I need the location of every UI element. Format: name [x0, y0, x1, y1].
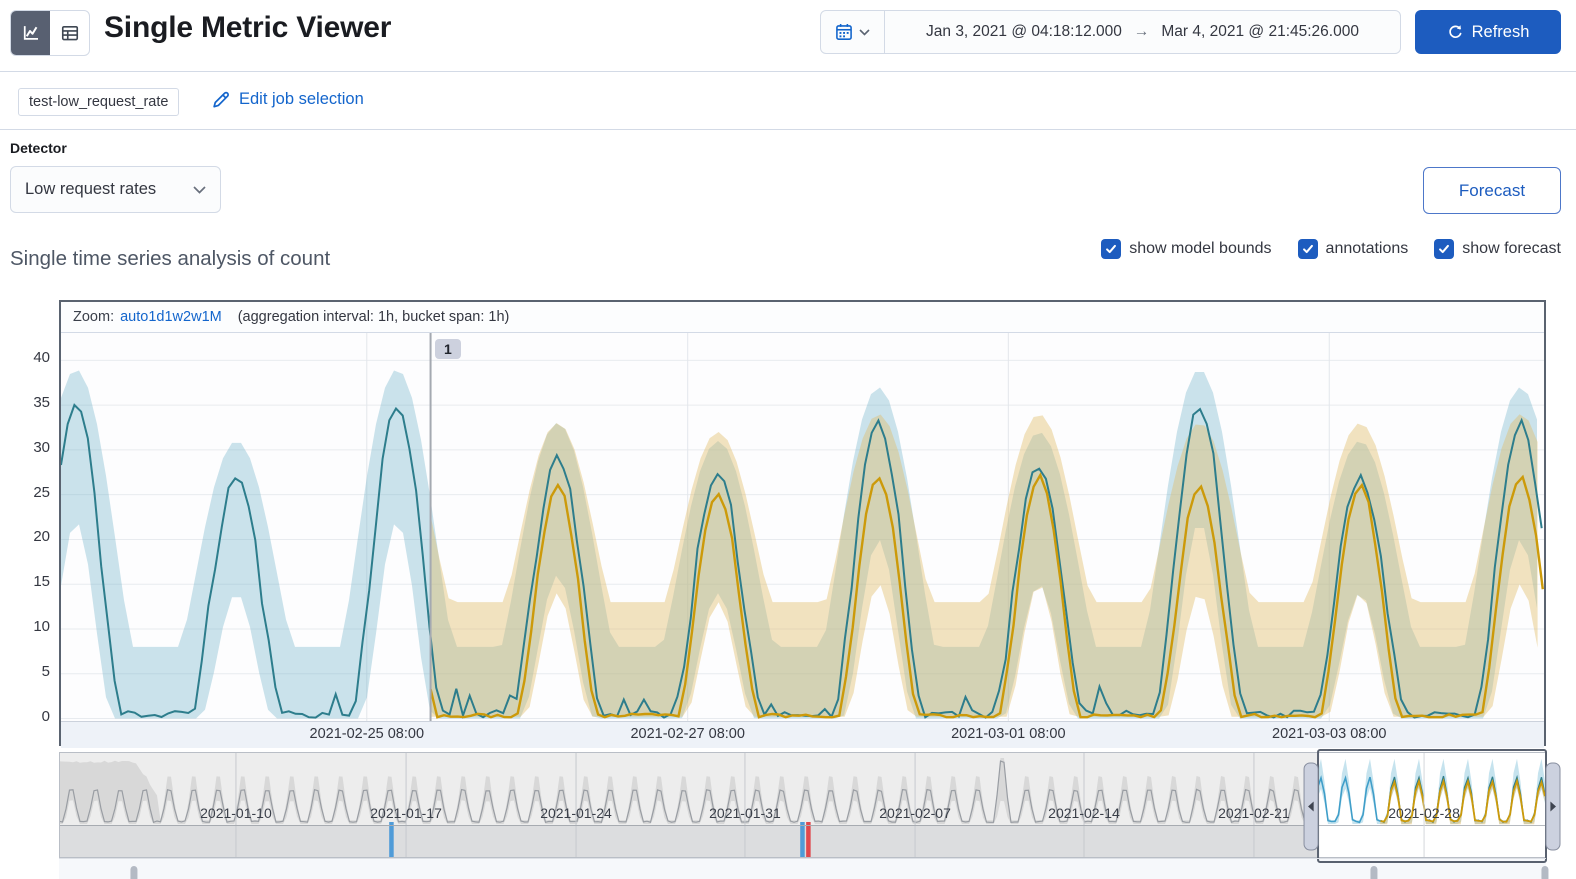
detector-selected-value: Low request rates	[25, 180, 157, 198]
y-tick-label: 10	[33, 617, 50, 635]
y-tick-label: 0	[41, 707, 50, 725]
bottom-annotation-handle[interactable]	[1370, 866, 1378, 879]
y-tick-label: 25	[33, 483, 50, 501]
context-date-label: 2021-01-24	[540, 805, 612, 821]
bottom-annotation-handle[interactable]	[130, 866, 138, 879]
show-forecast-checkbox[interactable]	[1434, 239, 1455, 259]
time-range-end[interactable]: Mar 4, 2021 @ 21:45:26.000	[1161, 23, 1359, 41]
zoom-option-1M[interactable]: 1M	[202, 309, 222, 325]
show-forecast-label: show forecast	[1462, 240, 1561, 257]
time-range-start[interactable]: Jan 3, 2021 @ 04:18:12.000	[926, 23, 1122, 41]
line-chart-icon	[21, 23, 41, 43]
x-tick-label: 2021-02-25 08:00	[309, 726, 425, 742]
annotation-marker-blue[interactable]	[389, 822, 394, 858]
x-tick-label: 2021-03-03 08:00	[1272, 726, 1387, 742]
annotation-marker-red[interactable]	[806, 822, 811, 858]
y-tick-label: 30	[33, 438, 50, 456]
chart-view-toggle-button[interactable]	[11, 11, 50, 55]
y-tick-label: 15	[33, 573, 50, 591]
view-toggle-group	[10, 10, 90, 56]
annotations-option: annotations	[1297, 239, 1409, 259]
refresh-label: Refresh	[1471, 22, 1530, 41]
focus-x-axis: 2021-02-25 08:00 2021-02-27 08:00 2021-03-…	[61, 721, 1544, 748]
show-model-bounds-option: show model bounds	[1101, 239, 1272, 259]
annotations-checkbox[interactable]	[1297, 239, 1318, 259]
zoom-bar: Zoom: auto1d1w2w1M (aggregation interval…	[61, 302, 1544, 333]
chevron-down-icon	[193, 185, 206, 194]
time-range-picker: Jan 3, 2021 @ 04:18:12.000 → Mar 4, 2021…	[820, 10, 1401, 54]
arrow-right-icon: →	[1133, 23, 1150, 40]
aggregation-note: (aggregation interval: 1h, bucket span: …	[237, 309, 510, 325]
refresh-icon	[1447, 24, 1463, 40]
show-model-bounds-label: show model bounds	[1129, 240, 1272, 257]
y-tick-label: 40	[33, 349, 50, 367]
context-date-label: 2021-02-07	[879, 805, 951, 821]
calendar-icon	[835, 23, 853, 41]
show-model-bounds-checkbox[interactable]	[1101, 239, 1122, 259]
context-date-label: 2021-02-21	[1218, 805, 1290, 821]
annotation-badge[interactable]: 1	[435, 339, 461, 359]
context-date-label: 2021-02-14	[1048, 805, 1120, 821]
job-bar-divider	[0, 129, 1576, 130]
zoom-option-auto[interactable]: auto	[120, 309, 148, 325]
forecast-button[interactable]: Forecast	[1423, 167, 1561, 214]
y-tick-label: 20	[33, 528, 50, 546]
bottom-annotation-handle[interactable]	[1541, 866, 1549, 879]
zoom-links: auto1d1w2w1M	[120, 309, 222, 325]
context-date-label: 2021-02-28	[1388, 805, 1460, 821]
detector-label: Detector	[10, 140, 67, 156]
edit-job-selection-link[interactable]: Edit job selection	[212, 90, 364, 109]
show-forecast-option: show forecast	[1434, 239, 1561, 259]
zoom-option-1d[interactable]: 1d	[148, 309, 164, 325]
date-quick-select-button[interactable]	[821, 11, 885, 53]
y-tick-label: 5	[41, 662, 50, 680]
refresh-button[interactable]: Refresh	[1415, 10, 1561, 54]
context-date-label: 2021-01-10	[200, 805, 272, 821]
context-date-label: 2021-01-17	[370, 805, 442, 821]
edit-job-selection-label: Edit job selection	[239, 90, 364, 108]
page-title: Single Metric Viewer	[104, 11, 392, 44]
detector-select[interactable]: Low request rates	[10, 166, 221, 213]
y-tick-label: 35	[33, 394, 50, 412]
zoom-label: Zoom:	[73, 309, 115, 325]
annotation-marker-blue[interactable]	[800, 822, 805, 858]
focus-chart-card: Zoom: auto1d1w2w1M (aggregation interval…	[59, 300, 1546, 748]
x-tick-label: 2021-02-27 08:00	[630, 726, 745, 742]
single-metric-viewer-page: Single Metric Viewer Jan 3, 2021 @ 04:18…	[0, 0, 1576, 879]
time-range-display[interactable]: Jan 3, 2021 @ 04:18:12.000 → Mar 4, 2021…	[885, 11, 1400, 53]
context-chart[interactable]: 2021-01-10 2021-01-17 2021-01-24 2021-01-31…	[59, 748, 1576, 879]
zoom-option-1w[interactable]: 1w	[164, 309, 183, 325]
chevron-down-icon	[859, 28, 870, 36]
focus-chart[interactable]	[61, 333, 1544, 721]
job-badge: test-low_request_rate	[18, 88, 180, 116]
x-tick-label: 2021-03-01 08:00	[951, 726, 1066, 742]
table-icon	[60, 23, 80, 43]
zoom-option-2w[interactable]: 2w	[183, 309, 202, 325]
annotations-label: annotations	[1325, 240, 1409, 257]
chart-options-row: show model bounds annotations show forec…	[1101, 239, 1561, 259]
pencil-icon	[212, 91, 230, 109]
table-view-toggle-button[interactable]	[50, 11, 89, 55]
header-divider	[0, 71, 1576, 72]
series-heading: Single time series analysis of count	[10, 247, 331, 270]
context-date-label: 2021-01-31	[709, 805, 781, 821]
